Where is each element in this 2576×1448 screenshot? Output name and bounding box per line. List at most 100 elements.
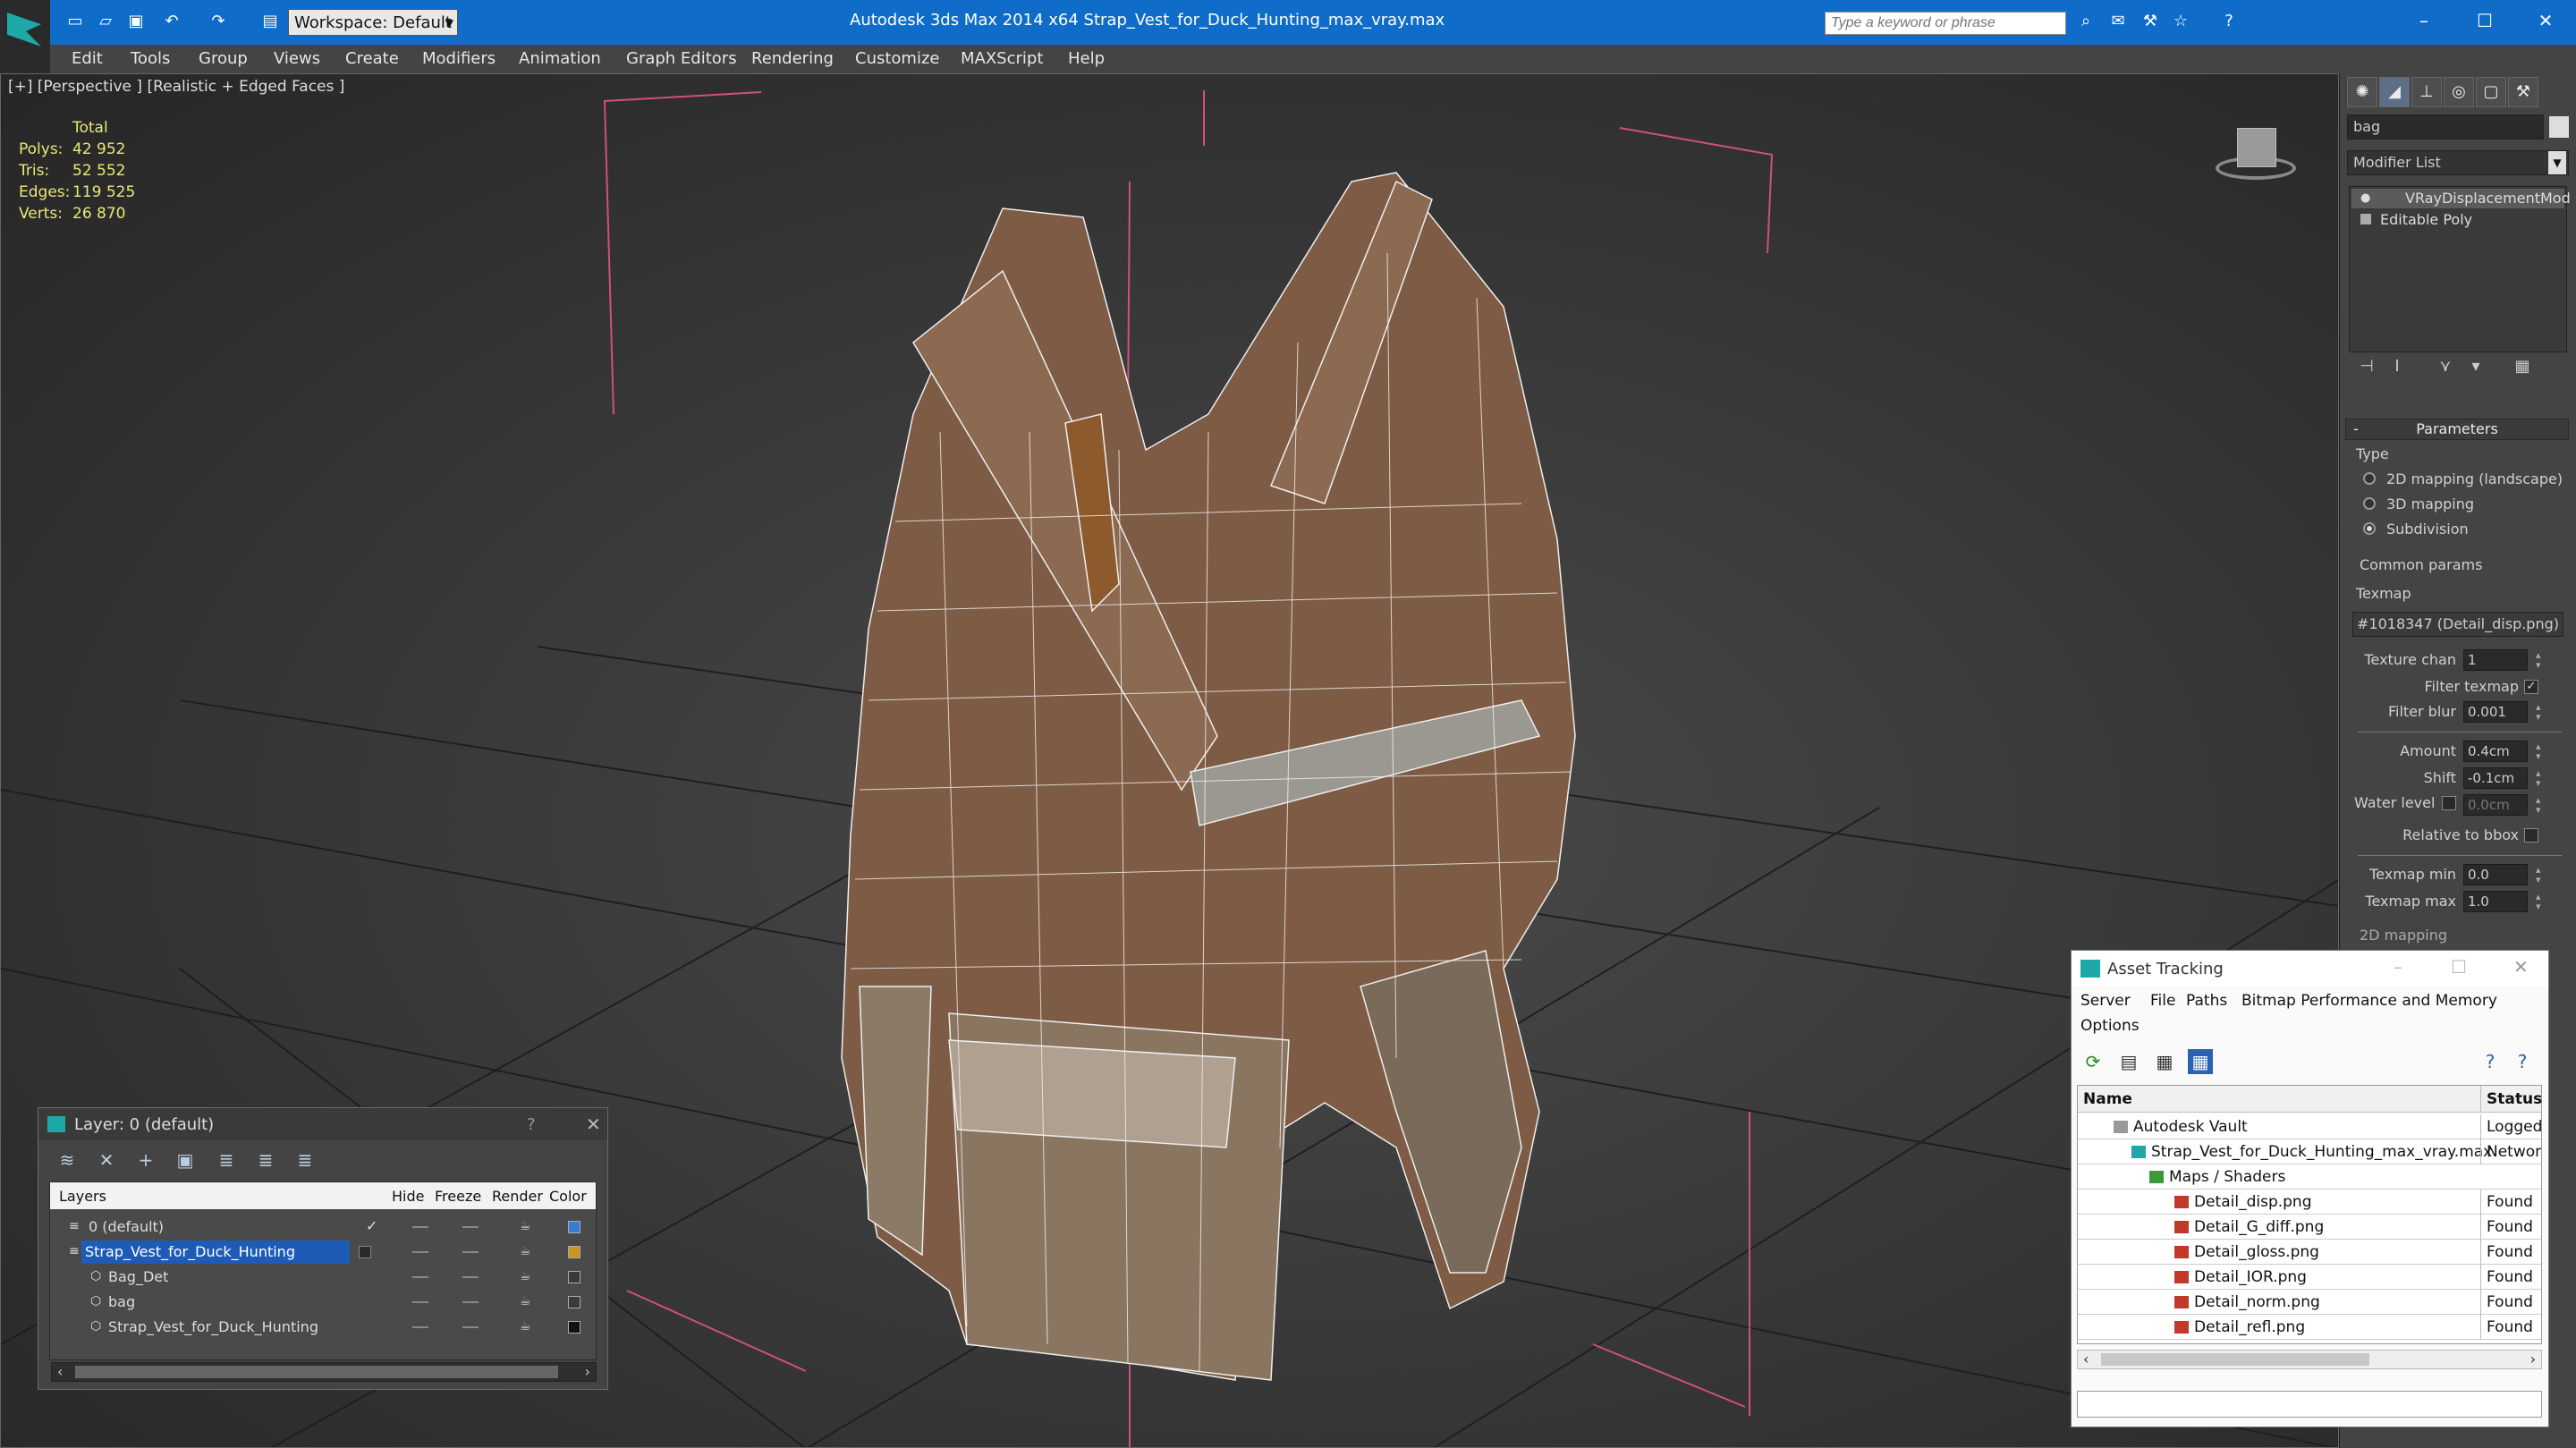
asset-row[interactable]: Autodesk Vault Logged — [2078, 1114, 2541, 1139]
texmap-button[interactable]: #1018347 (Detail_disp.png) — [2352, 612, 2563, 637]
layer-color-swatch[interactable] — [568, 1296, 580, 1308]
layer-row[interactable]: ⬡ Bag_Det ☕ — [51, 1266, 586, 1291]
hide-toggle[interactable] — [412, 1251, 428, 1253]
radio-2d-mapping[interactable] — [2363, 472, 2376, 485]
make-unique-icon[interactable]: ⋎ — [2435, 356, 2456, 377]
shift-spinner[interactable]: -0.1cm — [2463, 767, 2545, 789]
table-view-icon[interactable]: ▦ — [2152, 1049, 2177, 1074]
subscription-icon[interactable]: ⚒ — [2140, 11, 2161, 32]
col-hide[interactable]: Hide — [392, 1188, 424, 1205]
search-input[interactable] — [1825, 12, 2066, 35]
light-bulb-icon[interactable]: ● — [2360, 189, 2370, 208]
project-folder-icon[interactable]: ▤ — [259, 11, 281, 32]
workspace-dropdown[interactable]: Workspace: Default ▼ — [288, 9, 458, 36]
minimize-icon[interactable]: – — [2406, 7, 2442, 34]
grid-view-icon[interactable]: ▦ — [2188, 1049, 2213, 1074]
new-file-icon[interactable]: ▭ — [64, 11, 86, 32]
freeze-toggle[interactable] — [462, 1326, 479, 1328]
filter-texmap-checkbox[interactable]: ✓ — [2524, 680, 2538, 694]
menu-maxscript[interactable]: MAXScript — [961, 49, 1043, 68]
menu-file[interactable]: File — [2150, 992, 2175, 1010]
communication-center-icon[interactable]: ✉ — [2107, 11, 2129, 32]
radio-subdivision[interactable] — [2363, 522, 2376, 535]
scroll-left-icon[interactable]: ‹ — [2083, 1351, 2089, 1368]
layer-horizontal-scrollbar[interactable]: ‹ › — [51, 1362, 597, 1382]
redo-icon[interactable]: ↷ — [208, 11, 229, 32]
create-layer-icon[interactable]: ≋ — [55, 1147, 80, 1173]
viewcube-icon[interactable] — [2207, 121, 2305, 192]
render-teapot-icon[interactable]: ☕ — [520, 1244, 531, 1258]
col-freeze[interactable]: Freeze — [435, 1188, 481, 1205]
tab-modify-icon[interactable]: ◢ — [2379, 77, 2410, 107]
layer-row[interactable]: ⬡ Strap_Vest_for_Duck_Hunting ☕ — [51, 1316, 586, 1341]
parameters-rollout[interactable]: - Parameters — [2345, 419, 2569, 440]
menu-rendering[interactable]: Rendering — [751, 49, 834, 68]
radio-3d-mapping[interactable] — [2363, 497, 2376, 510]
minimize-icon[interactable]: – — [2394, 956, 2402, 978]
highlight-layer-icon[interactable]: ≣ — [214, 1147, 239, 1173]
render-teapot-icon[interactable]: ☕ — [520, 1294, 531, 1308]
tab-motion-icon[interactable]: ◎ — [2444, 77, 2474, 107]
texmap-min-spinner[interactable]: 0.0 — [2463, 864, 2545, 885]
col-name[interactable]: Name — [2078, 1086, 2480, 1113]
freeze-toggle[interactable] — [462, 1276, 479, 1278]
layer-row[interactable]: ≡ 0 (default) ✓ ☕ — [51, 1215, 586, 1241]
close-icon[interactable]: ✕ — [2513, 956, 2529, 978]
asset-row[interactable]: Detail_gloss.png Found — [2078, 1240, 2541, 1265]
asset-window-titlebar[interactable]: Asset Tracking – ☐ ✕ — [2072, 951, 2548, 987]
option-3d-mapping[interactable]: 3D mapping — [2386, 495, 2474, 512]
menu-help[interactable]: Help — [1068, 49, 1105, 68]
texmap-max-spinner[interactable]: 1.0 — [2463, 891, 2545, 912]
maximize-icon[interactable]: ☐ — [2451, 956, 2467, 978]
water-level-spinner[interactable]: 0.0cm — [2463, 794, 2545, 816]
col-status[interactable]: Status — [2480, 1086, 2542, 1113]
asset-row[interactable]: Detail_disp.png Found — [2078, 1190, 2541, 1215]
render-teapot-icon[interactable]: ☕ — [520, 1269, 531, 1283]
scrollbar-thumb[interactable] — [75, 1366, 558, 1378]
option-subdivision[interactable]: Subdivision — [2386, 521, 2469, 538]
filter-blur-spinner[interactable]: 0.001 — [2463, 701, 2545, 723]
menu-create[interactable]: Create — [345, 49, 399, 68]
stack-item-vraydisplacement[interactable]: ● VRayDisplacementMod — [2351, 189, 2571, 208]
layer-row[interactable]: ≡ Strap_Vest_for_Duck_Hunting ☕ — [51, 1241, 586, 1266]
expand-icon[interactable] — [2360, 214, 2371, 224]
favorites-star-icon[interactable]: ☆ — [2170, 11, 2191, 32]
col-layers[interactable]: Layers — [59, 1188, 106, 1205]
show-end-result-icon[interactable]: Ⅰ — [2386, 356, 2408, 377]
tab-create-icon[interactable]: ✺ — [2347, 77, 2377, 107]
scroll-left-icon[interactable]: ‹ — [57, 1363, 63, 1381]
menu-tools[interactable]: Tools — [131, 49, 170, 68]
col-render[interactable]: Render — [492, 1188, 543, 1205]
save-icon[interactable]: ▣ — [125, 11, 147, 32]
layer-color-swatch[interactable] — [568, 1221, 580, 1233]
menu-customize[interactable]: Customize — [855, 49, 939, 68]
maximize-icon[interactable]: ☐ — [2467, 7, 2503, 34]
menu-modifiers[interactable]: Modifiers — [422, 49, 496, 68]
hide-toggle[interactable] — [412, 1276, 428, 1278]
help-icon[interactable]: ? — [2510, 1049, 2535, 1074]
scroll-right-icon[interactable]: › — [2530, 1351, 2536, 1368]
modifier-list-dropdown[interactable]: Modifier List ▼ — [2347, 150, 2569, 175]
undo-icon[interactable]: ↶ — [161, 11, 182, 32]
asset-row[interactable]: Detail_IOR.png Found — [2078, 1265, 2541, 1290]
relative-bbox-checkbox[interactable] — [2524, 828, 2538, 843]
layer-window-titlebar[interactable]: Layer: 0 (default) ? ✕ — [38, 1108, 607, 1140]
open-file-icon[interactable]: ▱ — [95, 11, 116, 32]
water-level-checkbox[interactable] — [2442, 796, 2456, 810]
freeze-toggle[interactable] — [462, 1226, 479, 1228]
refresh-icon[interactable]: ⟳ — [2080, 1049, 2106, 1074]
asset-row[interactable]: Detail_G_diff.png Found — [2078, 1215, 2541, 1240]
menu-group[interactable]: Group — [199, 49, 248, 68]
binoculars-icon[interactable]: ⌕ — [2075, 11, 2097, 32]
hide-toggle[interactable] — [412, 1226, 428, 1228]
close-icon[interactable]: ✕ — [2528, 7, 2563, 34]
tab-utilities-icon[interactable]: ⚒ — [2508, 77, 2538, 107]
configure-sets-icon[interactable]: ▦ — [2512, 356, 2533, 377]
hide-unhide-all-icon[interactable]: ≣ — [253, 1147, 278, 1173]
menu-server[interactable]: Server — [2080, 992, 2131, 1010]
asset-path-field[interactable] — [2077, 1391, 2542, 1418]
menu-options[interactable]: Options — [2080, 1017, 2140, 1035]
menu-graph-editors[interactable]: Graph Editors — [626, 49, 737, 68]
scrollbar-thumb[interactable] — [2101, 1353, 2369, 1366]
help-icon[interactable]: ? — [2218, 11, 2240, 32]
